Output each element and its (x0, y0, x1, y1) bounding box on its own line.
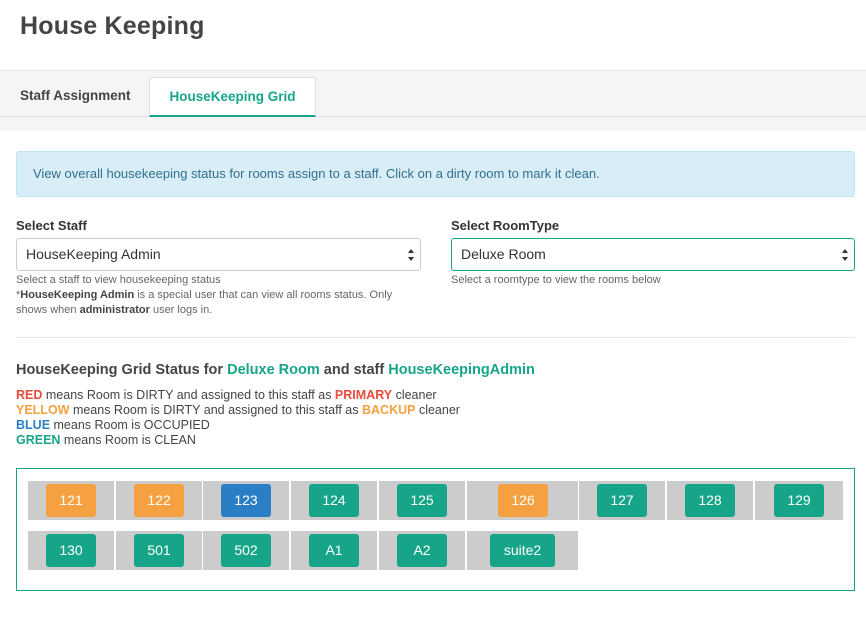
room-cell: 126 (467, 481, 578, 520)
legend-backup-word: BACKUP (361, 403, 416, 417)
room-cell: 502 (203, 531, 289, 570)
staff-help-line2: *HouseKeeping Admin is a special user th… (16, 288, 426, 303)
room-cell: 501 (116, 531, 202, 570)
select-staff-dropdown[interactable]: HouseKeeping Admin (16, 238, 421, 271)
staff-help-bold-administrator: administrator (79, 304, 150, 316)
staff-help-line3: shows when administrator user logs in. (16, 303, 426, 318)
staff-help-line1: Select a staff to view housekeeping stat… (16, 274, 221, 286)
select-staff-label: Select Staff (16, 218, 87, 233)
select-roomtype-help: Select a roomtype to view the rooms belo… (451, 274, 661, 286)
room-button-502[interactable]: 502 (221, 534, 271, 567)
legend-yellow-end: cleaner (415, 403, 460, 417)
legend-red-word: RED (16, 388, 43, 402)
room-button-129[interactable]: 129 (774, 484, 824, 517)
room-cell: 121 (28, 481, 114, 520)
select-staff-help: Select a staff to view housekeeping stat… (16, 273, 426, 318)
room-button-122[interactable]: 122 (134, 484, 184, 517)
tab-bar: Staff Assignment HouseKeeping Grid (0, 71, 866, 117)
select-arrows-icon (842, 249, 848, 261)
page-header: House Keeping (0, 0, 866, 71)
room-button-130[interactable]: 130 (46, 534, 96, 567)
tab-subbar (0, 117, 866, 131)
room-button-127[interactable]: 127 (597, 484, 647, 517)
room-button-123[interactable]: 123 (221, 484, 271, 517)
status-middle: and staff (319, 362, 389, 378)
status-staff: HouseKeepingAdmin (388, 362, 535, 378)
room-cell: 125 (379, 481, 465, 520)
legend-green-word: GREEN (16, 433, 61, 447)
status-roomtype: Deluxe Room (227, 362, 320, 378)
legend-blue-text: means Room is OCCUPIED (50, 418, 210, 432)
room-cell: 128 (667, 481, 753, 520)
page-title: House Keeping (20, 12, 205, 40)
grid-status-title: HouseKeeping Grid Status for Deluxe Room… (16, 362, 535, 378)
legend-blue-word: BLUE (16, 418, 51, 432)
select-roomtype-dropdown[interactable]: Deluxe Room (451, 238, 855, 271)
room-cell: 123 (203, 481, 289, 520)
room-button-121[interactable]: 121 (46, 484, 96, 517)
staff-help-line3-start: shows when (16, 304, 80, 316)
legend-yellow-word: YELLOW (16, 403, 70, 417)
room-button-126[interactable]: 126 (498, 484, 548, 517)
tab-housekeeping-grid[interactable]: HouseKeeping Grid (149, 77, 316, 117)
room-button-128[interactable]: 128 (685, 484, 735, 517)
room-cell: suite2 (467, 531, 578, 570)
legend-red-text: means Room is DIRTY and assigned to this… (42, 388, 335, 402)
legend-red: RED means Room is DIRTY and assigned to … (16, 388, 460, 403)
tab-staff-assignment[interactable]: Staff Assignment (0, 77, 151, 117)
select-staff-value: HouseKeeping Admin (26, 246, 161, 262)
legend-yellow-text: means Room is DIRTY and assigned to this… (69, 403, 362, 417)
staff-help-end: user logs in. (149, 304, 213, 316)
legend-yellow: YELLOW means Room is DIRTY and assigned … (16, 403, 460, 418)
room-cell: A2 (379, 531, 465, 570)
select-arrows-icon (408, 249, 414, 261)
room-cell: A1 (291, 531, 377, 570)
room-cell: 124 (291, 481, 377, 520)
legend-green: GREEN means Room is CLEAN (16, 433, 460, 448)
legend-blue: BLUE means Room is OCCUPIED (16, 418, 460, 433)
status-legend: RED means Room is DIRTY and assigned to … (16, 388, 460, 448)
legend-green-text: means Room is CLEAN (60, 433, 196, 447)
status-prefix: HouseKeeping Grid Status for (16, 362, 228, 378)
room-cell: 127 (579, 481, 665, 520)
select-roomtype-label: Select RoomType (451, 218, 560, 233)
room-button-125[interactable]: 125 (397, 484, 447, 517)
room-button-124[interactable]: 124 (309, 484, 359, 517)
legend-primary-word: PRIMARY (334, 388, 393, 402)
room-cell: 130 (28, 531, 114, 570)
staff-help-bold-admin: HouseKeeping Admin (20, 289, 135, 301)
legend-red-end: cleaner (392, 388, 437, 402)
section-divider (16, 337, 855, 338)
staff-help-mid: is a special user that can view all room… (134, 289, 393, 301)
room-cell: 122 (116, 481, 202, 520)
info-alert: View overall housekeeping status for roo… (16, 151, 855, 197)
room-cell: 129 (755, 481, 843, 520)
room-button-suite2[interactable]: suite2 (490, 534, 555, 567)
room-button-501[interactable]: 501 (134, 534, 184, 567)
room-grid: 121 122 123 124 125 126 127 128 129 130 501 502 A1 A2… (16, 468, 855, 591)
room-button-a2[interactable]: A2 (397, 534, 447, 567)
room-button-a1[interactable]: A1 (309, 534, 359, 567)
select-roomtype-value: Deluxe Room (461, 246, 546, 262)
